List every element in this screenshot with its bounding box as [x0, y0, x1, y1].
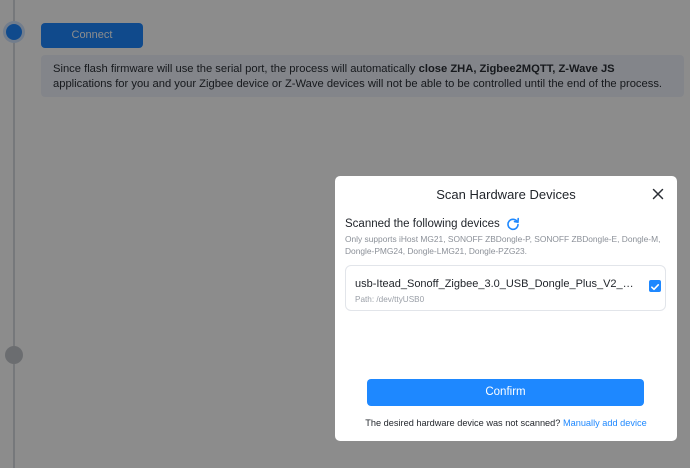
device-select-checkbox[interactable] — [649, 280, 661, 292]
close-icon — [652, 188, 664, 200]
refresh-scan-button[interactable] — [506, 217, 520, 231]
manual-add-prompt: The desired hardware device was not scan… — [335, 417, 677, 429]
scanned-devices-label: Scanned the following devices — [345, 218, 500, 230]
confirm-button[interactable]: Confirm — [367, 379, 644, 406]
device-list-item[interactable]: usb-Itead_Sonoff_Zigbee_3.0_USB_Dongle_P… — [345, 265, 666, 311]
supported-devices-note: Only supports iHost MG21, SONOFF ZBDongl… — [345, 234, 661, 256]
scan-hardware-devices-dialog: Scan Hardware Devices Scanned the follow… — [335, 176, 677, 441]
device-name: usb-Itead_Sonoff_Zigbee_3.0_USB_Dongle_P… — [355, 278, 637, 290]
close-dialog-button[interactable] — [649, 185, 667, 203]
refresh-icon — [506, 217, 519, 231]
check-icon — [651, 284, 660, 291]
dialog-title: Scan Hardware Devices — [436, 187, 576, 202]
device-path: Path: /dev/ttyUSB0 — [355, 295, 425, 304]
manually-add-device-link[interactable]: Manually add device — [563, 418, 647, 428]
scanned-devices-heading: Scanned the following devices — [345, 216, 520, 232]
device-not-scanned-text: The desired hardware device was not scan… — [365, 418, 561, 428]
